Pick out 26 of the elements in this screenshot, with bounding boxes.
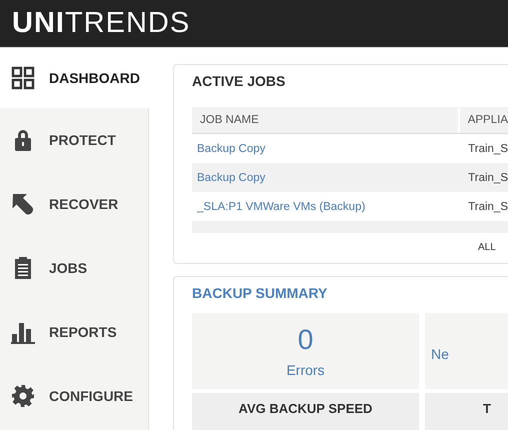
stat-value: 0 bbox=[298, 324, 314, 356]
card-title: BACKUP SUMMARY bbox=[192, 285, 328, 302]
table-cell: Train_S bbox=[468, 172, 508, 184]
sidebar-item[interactable]: RECOVER bbox=[0, 172, 148, 236]
sidebar-item[interactable]: CONFIGURE bbox=[0, 364, 148, 428]
tile-title: T bbox=[483, 401, 491, 418]
arrow-icon bbox=[11, 192, 35, 216]
sidebar-item[interactable]: REPORTS bbox=[0, 300, 148, 364]
column-header[interactable]: APPLIA bbox=[460, 107, 508, 133]
all-link[interactable]: ALL bbox=[478, 242, 496, 253]
sidebar-item[interactable]: PROTECT bbox=[0, 108, 148, 172]
bar-chart-icon bbox=[11, 320, 35, 344]
table-cell: Train_S bbox=[468, 200, 508, 212]
job-link[interactable]: _SLA:P1 VMWare VMs (Backup) bbox=[197, 200, 366, 212]
card-title: ACTIVE JOBS bbox=[192, 73, 286, 90]
settings-icon bbox=[11, 384, 35, 408]
job-link[interactable]: Backup Copy bbox=[197, 142, 266, 154]
tile-title: AVG BACKUP SPEED bbox=[238, 401, 372, 418]
job-link[interactable]: Backup Copy bbox=[197, 172, 266, 184]
stat-label: Errors bbox=[286, 362, 325, 378]
sidebar-item[interactable]: JOBS bbox=[0, 236, 148, 300]
grid-icon bbox=[11, 66, 35, 90]
stat-label: Ne bbox=[431, 346, 449, 362]
column-header[interactable]: JOB NAME bbox=[192, 107, 460, 133]
table-cell: Train_S bbox=[468, 142, 508, 154]
logo: UNITRENDS bbox=[12, 9, 190, 38]
